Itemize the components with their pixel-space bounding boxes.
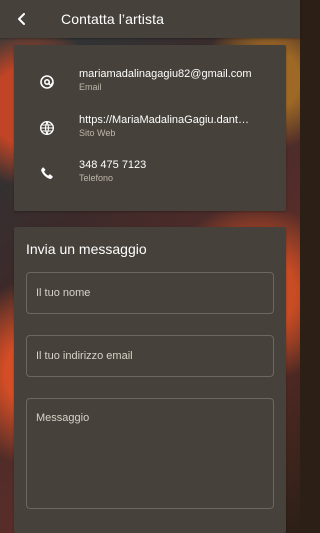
- contact-row-phone[interactable]: 348 475 7123 Telefono: [14, 158, 286, 194]
- email-value: mariamadalinagagiu82@gmail.com: [79, 68, 252, 80]
- globe-icon: [38, 119, 56, 137]
- contact-row-email[interactable]: mariamadalinagagiu82@gmail.com Email: [14, 67, 286, 103]
- arrow-back-icon: [16, 13, 28, 25]
- message-form-card: Invia un messaggio: [14, 227, 286, 533]
- phone-value: 348 475 7123: [79, 159, 147, 171]
- message-form-title: Invia un messaggio: [26, 241, 147, 257]
- contact-row-website[interactable]: https://MariaMadalinaGagiu.dant… Sito We…: [14, 113, 286, 149]
- email-input[interactable]: [27, 336, 273, 376]
- email-label: Email: [79, 82, 102, 92]
- contact-info-card: mariamadalinagagiu82@gmail.com Email htt…: [14, 45, 286, 211]
- at-sign-icon: [38, 73, 56, 91]
- page-title: Contatta l’artista: [61, 11, 164, 27]
- website-label: Sito Web: [79, 128, 116, 138]
- name-input[interactable]: [27, 273, 273, 313]
- app-bar: Contatta l’artista: [0, 0, 300, 38]
- email-field[interactable]: [26, 335, 274, 377]
- website-value: https://MariaMadalinaGagiu.dant…: [79, 114, 249, 126]
- name-field[interactable]: [26, 272, 274, 314]
- back-button[interactable]: [0, 0, 44, 38]
- phone-icon: [38, 164, 56, 182]
- phone-label: Telefono: [79, 173, 114, 183]
- message-field[interactable]: [26, 398, 274, 509]
- message-textarea[interactable]: [27, 399, 273, 508]
